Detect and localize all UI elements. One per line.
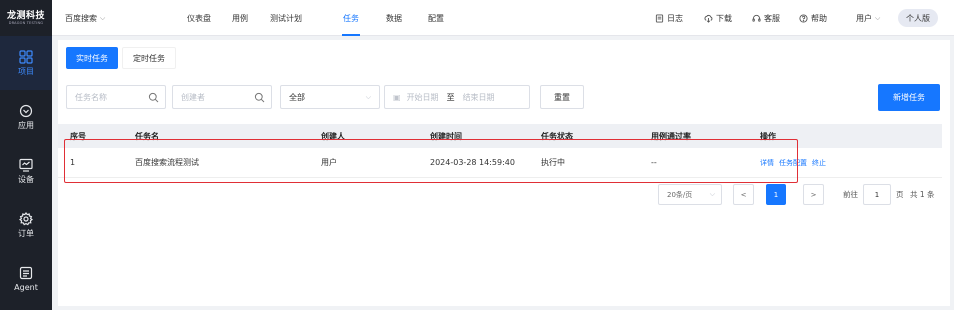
- edition-badge[interactable]: 个人版: [898, 9, 938, 27]
- sidebar-item-label: Agent: [14, 283, 38, 292]
- task-status: 执行中: [541, 158, 565, 167]
- pagination: 20条/页 ⌵ < 1 > 前往 1 页 共 1 条: [58, 184, 950, 206]
- help-label: 帮助: [811, 13, 827, 23]
- status-value: 全部: [289, 92, 305, 102]
- page-size-value: 20条/页: [667, 190, 693, 199]
- created-time: 2024-03-28 14:59:40: [430, 158, 515, 167]
- prev-page-button[interactable]: <: [733, 184, 754, 205]
- page-number-1[interactable]: 1: [766, 184, 786, 205]
- task-name-input[interactable]: 任务名称: [66, 85, 166, 109]
- creator-placeholder: 创建者: [181, 92, 205, 102]
- settings-icon: [19, 212, 33, 226]
- sidebar-item-label: 设备: [18, 175, 34, 184]
- user-name: 用户: [856, 13, 872, 23]
- chevron-down-icon: ⌵: [875, 13, 881, 22]
- page-unit-label: 页: [896, 190, 904, 199]
- project-select[interactable]: 百度搜索 ⌵: [65, 0, 105, 36]
- column-header: 任务名: [135, 131, 159, 141]
- sidebar-item-label: 订单: [18, 229, 34, 238]
- headset-icon: [752, 14, 761, 22]
- total-count: 共 1 条: [910, 190, 935, 199]
- reset-button[interactable]: 重置: [540, 85, 584, 109]
- search-icon: [254, 92, 265, 103]
- detail-link[interactable]: 详情: [760, 158, 774, 168]
- row-index: 1: [70, 158, 76, 167]
- goto-page-input[interactable]: 1: [863, 184, 891, 205]
- date-range-picker[interactable]: ▣ 开始日期 至 结束日期: [384, 85, 530, 109]
- new-task-button[interactable]: 新增任务: [878, 84, 940, 111]
- app-icon: [19, 104, 33, 118]
- top-bar: 百度搜索 ⌵ 仪表盘 用例 测试计划 任务 数据 配置 日志 下载 客服 帮助 …: [52, 0, 954, 36]
- chevron-down-icon: ⌵: [709, 190, 715, 198]
- calendar-icon: ▣: [393, 92, 401, 102]
- table-row[interactable]: 1 百度搜索流程测试 用户 2024-03-28 14:59:40 执行中 --…: [58, 148, 942, 178]
- agent-icon: [19, 266, 33, 280]
- nav-data[interactable]: 数据: [386, 0, 402, 36]
- page-size-select[interactable]: 20条/页 ⌵: [658, 184, 722, 205]
- row-actions: 详情 任务配置 终止: [760, 148, 826, 177]
- sidebar-item-label: 应用: [18, 121, 34, 130]
- table-header: 序号 任务名 创建人 创建时间 任务状态 用例通过率 操作: [58, 124, 942, 148]
- column-header: 操作: [760, 131, 776, 141]
- chevron-down-icon: ⌵: [100, 13, 106, 22]
- download-icon: [704, 14, 713, 23]
- date-separator: 至: [446, 92, 455, 102]
- tab-realtime-tasks[interactable]: 实时任务: [66, 47, 118, 69]
- sidebar-item-agent[interactable]: Agent: [0, 252, 52, 306]
- brand-name: 龙测科技: [6, 10, 45, 21]
- log-icon: [655, 13, 664, 23]
- column-header: 用例通过率: [651, 131, 691, 141]
- creator-input[interactable]: 创建者: [172, 85, 272, 109]
- task-name: 百度搜索流程测试: [135, 158, 199, 167]
- task-name-placeholder: 任务名称: [75, 92, 107, 102]
- grid-icon: [19, 50, 33, 64]
- main-content: 实时任务 定时任务 任务名称 创建者 全部 ⌵ ▣ 开始日期 至 结束日期 重置…: [58, 40, 950, 306]
- end-date-placeholder: 结束日期: [462, 92, 495, 102]
- nav-tasks[interactable]: 任务: [342, 0, 360, 36]
- download-label: 下载: [716, 13, 732, 23]
- brand-logo: 龙测科技 DRAGON TESTING: [0, 0, 52, 36]
- case-pass-rate: --: [651, 158, 657, 167]
- column-header: 创建人: [321, 131, 345, 141]
- sidebar-item-device[interactable]: 设备: [0, 144, 52, 198]
- column-header: 任务状态: [541, 131, 573, 141]
- log-label: 日志: [667, 13, 683, 23]
- next-page-button[interactable]: >: [803, 184, 824, 205]
- monitor-icon: [19, 158, 33, 172]
- task-config-link[interactable]: 任务配置: [779, 158, 807, 168]
- nav-dashboard[interactable]: 仪表盘: [187, 0, 211, 36]
- sidebar: 龙测科技 DRAGON TESTING 项目 应用 设备 订单 Agent: [0, 0, 52, 310]
- terminate-link[interactable]: 终止: [812, 158, 826, 168]
- sidebar-item-label: 项目: [18, 67, 34, 76]
- sidebar-item-project[interactable]: 项目: [0, 36, 52, 90]
- user-menu[interactable]: 用户 ⌵: [856, 0, 880, 36]
- brand-subtitle: DRAGON TESTING: [8, 20, 44, 25]
- nav-config[interactable]: 配置: [428, 0, 444, 36]
- customer-service-button[interactable]: 客服: [752, 0, 780, 36]
- log-button[interactable]: 日志: [655, 0, 683, 36]
- search-icon: [148, 92, 159, 103]
- help-button[interactable]: 帮助: [799, 0, 827, 36]
- tab-scheduled-tasks[interactable]: 定时任务: [122, 47, 176, 69]
- goto-label: 前往: [843, 190, 858, 199]
- chevron-down-icon: ⌵: [365, 93, 371, 101]
- column-header: 创建时间: [430, 131, 462, 141]
- creator: 用户: [321, 158, 337, 167]
- nav-cases[interactable]: 用例: [232, 0, 248, 36]
- sidebar-item-app[interactable]: 应用: [0, 90, 52, 144]
- sidebar-item-order[interactable]: 订单: [0, 198, 52, 252]
- download-button[interactable]: 下载: [704, 0, 732, 36]
- project-name: 百度搜索: [65, 13, 97, 23]
- status-select[interactable]: 全部 ⌵: [280, 85, 380, 109]
- nav-test-plan[interactable]: 测试计划: [270, 0, 302, 36]
- customer-service-label: 客服: [764, 13, 780, 23]
- help-icon: [799, 13, 808, 23]
- task-type-tabs: 实时任务 定时任务: [66, 47, 176, 69]
- column-header: 序号: [70, 131, 86, 141]
- start-date-placeholder: 开始日期: [406, 92, 439, 102]
